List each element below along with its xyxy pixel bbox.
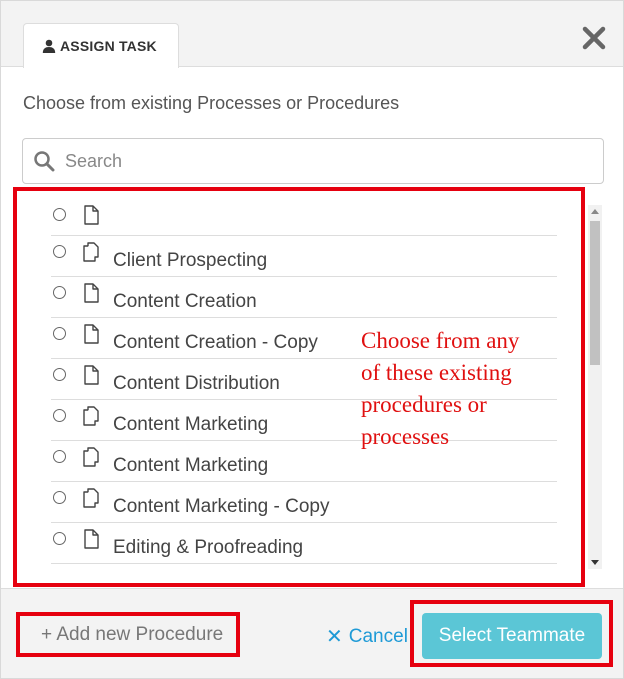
scroll-down-arrow[interactable] — [591, 560, 599, 565]
radio-button[interactable] — [53, 368, 66, 381]
list-item[interactable]: Editing & Proofreading — [51, 523, 557, 564]
annotation-line: procedures or — [361, 392, 487, 417]
tab-assign-task[interactable]: ASSIGN TASK — [23, 23, 179, 68]
copy-icon — [82, 447, 100, 467]
copy-icon — [82, 242, 100, 262]
scroll-up-arrow[interactable] — [591, 209, 599, 214]
radio-button[interactable] — [53, 286, 66, 299]
copy-icon — [82, 406, 100, 426]
radio-button[interactable] — [53, 245, 66, 258]
list-item-label: Content Marketing - Copy — [113, 496, 330, 517]
intro-text: Choose from existing Processes or Proced… — [23, 93, 400, 113]
list-item[interactable] — [51, 203, 557, 236]
search-box — [22, 138, 604, 184]
scroll-thumb[interactable] — [590, 221, 600, 365]
cancel-icon: ✕ — [326, 626, 343, 648]
document-icon — [82, 324, 100, 344]
search-icon — [34, 151, 55, 172]
list-item-label: Content Marketing — [113, 414, 269, 435]
assign-task-modal: ASSIGN TASK Choose from existing Process… — [0, 0, 624, 679]
select-teammate-button[interactable]: Select Teammate — [422, 613, 602, 659]
tab-label: ASSIGN TASK — [60, 38, 157, 54]
document-icon — [82, 205, 100, 225]
list-item-label: Content Creation - Copy — [113, 332, 318, 353]
add-new-procedure-button[interactable]: + Add new Procedure — [41, 624, 223, 646]
list-item[interactable]: Content Marketing - Copy — [51, 482, 557, 523]
radio-button[interactable] — [53, 491, 66, 504]
cancel-button[interactable]: ✕ Cancel — [326, 624, 408, 649]
list-item-label: Content Marketing — [113, 455, 269, 476]
radio-button[interactable] — [53, 208, 66, 221]
copy-icon — [82, 488, 100, 508]
annotation-line: of these existing — [361, 360, 512, 385]
list-item[interactable]: Client Prospecting — [51, 236, 557, 277]
cancel-label: Cancel — [348, 625, 408, 647]
radio-button[interactable] — [53, 532, 66, 545]
list-scrollbar[interactable] — [588, 205, 602, 569]
radio-button[interactable] — [53, 409, 66, 422]
document-icon — [82, 283, 100, 303]
list-item-label: Content Creation — [113, 291, 257, 312]
list-item[interactable]: Content Creation — [51, 277, 557, 318]
document-icon — [82, 529, 100, 549]
modal-header: ASSIGN TASK — [1, 1, 623, 68]
search-input[interactable] — [65, 150, 565, 172]
user-icon — [42, 39, 56, 53]
annotation-line: Choose from any — [361, 328, 520, 353]
list-item-label: Content Distribution — [113, 373, 280, 394]
radio-button[interactable] — [53, 327, 66, 340]
annotation-line: processes — [361, 424, 450, 449]
list-item-label: Editing & Proofreading — [113, 537, 304, 558]
document-icon — [82, 365, 100, 385]
close-icon[interactable] — [581, 25, 607, 51]
annotation-text: Choose from any of these existing proced… — [361, 325, 561, 453]
radio-button[interactable] — [53, 450, 66, 463]
list-item-label: Client Prospecting — [113, 250, 268, 271]
